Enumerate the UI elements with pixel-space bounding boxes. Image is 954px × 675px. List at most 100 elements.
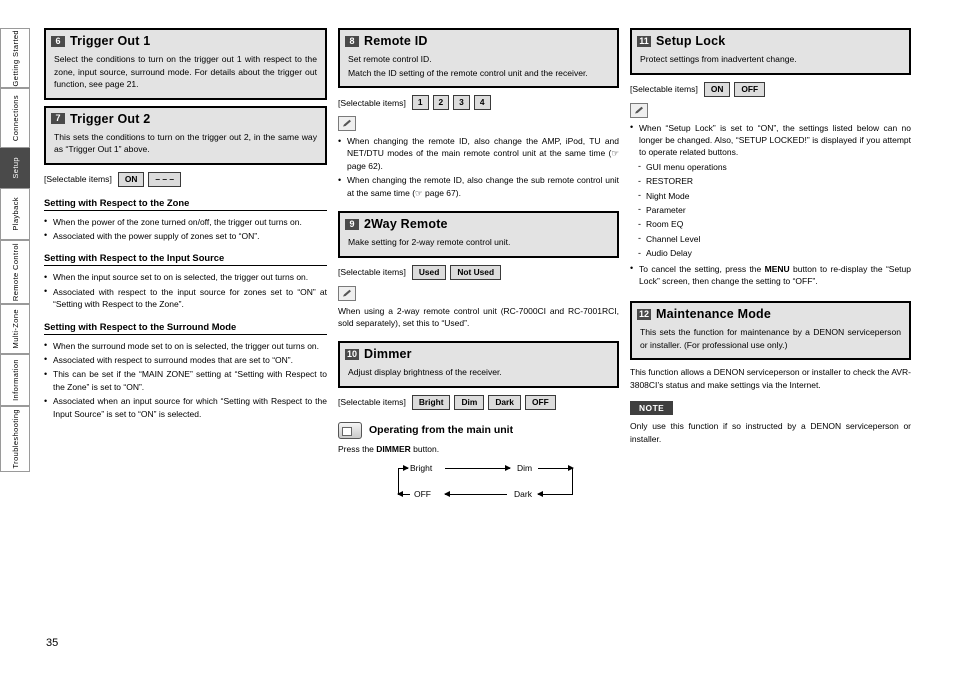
sidebar-item-troubleshooting[interactable]: Troubleshooting (0, 406, 30, 472)
option-chip-4[interactable]: 4 (473, 95, 491, 110)
section-header: 8 Remote ID (340, 30, 617, 51)
section-number: 12 (637, 308, 651, 320)
sidebar-item-label: Playback (10, 197, 20, 231)
option-chip-bright[interactable]: Bright (411, 394, 451, 410)
sidebar-item-getting-started[interactable]: Getting Started (0, 28, 30, 88)
list-item: When the power of the zone turned on/off… (44, 215, 327, 228)
option-chip-2[interactable]: 2 (432, 95, 450, 110)
list-item: When changing the remote ID, also change… (338, 134, 619, 172)
note-badge: NOTE (630, 401, 674, 416)
list-item: Audio Delay (638, 247, 911, 260)
instruction-key: DIMMER (376, 443, 411, 454)
flow-label-off: OFF (414, 489, 431, 500)
selectable-items-label: [Selectable items] (630, 84, 698, 94)
list-item: When the surround mode set to on is sele… (44, 339, 327, 352)
flow-label-dark: Dark (514, 489, 532, 500)
selectable-items-setup-lock: [Selectable items] ON OFF (630, 81, 911, 97)
maintenance-paragraph: This function allows a DENON servicepers… (630, 367, 911, 390)
option-chip-dim[interactable]: Dim (454, 394, 485, 410)
pencil-icon (630, 102, 648, 118)
flow-arrow-left-bottom (397, 491, 410, 498)
section-title: Maintenance Mode (656, 307, 772, 322)
note-key: MENU (764, 263, 790, 274)
option-chip-1[interactable]: 1 (411, 95, 429, 110)
section-number: 6 (51, 35, 65, 47)
section-trigger-out-2: 7 Trigger Out 2 This sets the conditions… (44, 105, 327, 165)
sidebar-item-playback[interactable]: Playback (0, 188, 30, 240)
column-right: 11 Setup Lock Protect settings from inad… (630, 28, 911, 447)
page-number: 35 (46, 637, 59, 649)
section-setup-lock: 11 Setup Lock Protect settings from inad… (630, 28, 911, 75)
section-maintenance-mode: 12 Maintenance Mode This sets the functi… (630, 301, 911, 361)
option-chip-off[interactable]: OFF (734, 81, 766, 97)
section-title: Remote ID (364, 34, 428, 48)
sidebar-item-remote-control[interactable]: Remote Control (0, 240, 30, 304)
section-header: 6 Trigger Out 1 (46, 30, 325, 51)
section-title: Dimmer (364, 347, 412, 362)
operating-main-unit-block: Operating from the main unit Press the D… (338, 421, 619, 505)
list-item: To cancel the setting, press the MENU bu… (630, 262, 911, 288)
section-2way-remote: 9 2Way Remote Make setting for 2-way rem… (338, 211, 619, 258)
section-remote-id: 8 Remote ID Set remote control ID. Match… (338, 28, 619, 88)
maintenance-note-text: Only use this function if so instructed … (630, 421, 911, 444)
option-chip-on[interactable]: ON (703, 81, 731, 97)
selectable-items-trigger: [Selectable items] ON – – – (44, 171, 327, 187)
selectable-items-2way: [Selectable items] Used Not Used (338, 264, 619, 280)
subheading-surround-mode: Setting with Respect to the Surround Mod… (44, 321, 327, 335)
flow-label-dim: Dim (517, 463, 533, 474)
section-header: 12 Maintenance Mode (632, 303, 909, 325)
section-body: Select the conditions to turn on the tri… (46, 51, 325, 98)
section-number: 8 (345, 35, 359, 47)
pencil-icon (338, 285, 356, 301)
flow-arrow-bright-dim (445, 465, 511, 472)
section-body-text-2: Match the ID setting of the remote contr… (348, 67, 588, 78)
column-left: 6 Trigger Out 1 Select the conditions to… (44, 28, 327, 422)
list-item: Night Mode (638, 189, 911, 202)
subheading-input-source: Setting with Respect to the Input Source (44, 252, 327, 267)
section-dimmer: 10 Dimmer Adjust display brightness of t… (338, 341, 619, 388)
sidebar-item-information[interactable]: Information (0, 354, 30, 406)
selectable-items-label: [Selectable items] (338, 397, 406, 408)
pencil-glyph (342, 289, 351, 297)
list-item: When “Setup Lock” is set to “ON”, the se… (630, 121, 911, 159)
sidebar-item-connections[interactable]: Connections (0, 88, 30, 148)
section-body-text: This sets the conditions to turn on the … (54, 131, 317, 155)
list-item: Associated with respect to the input sou… (44, 285, 327, 311)
selectable-items-remote-id: [Selectable items] 1 2 3 4 (338, 95, 619, 110)
list-item: RESTORER (638, 175, 911, 188)
list-item: Parameter (638, 203, 911, 216)
section-number: 11 (637, 35, 651, 47)
sidebar-item-multi-zone[interactable]: Multi-Zone (0, 304, 30, 354)
option-chip-not-used[interactable]: Not Used (450, 264, 502, 280)
option-chip-dark[interactable]: Dark (488, 394, 521, 410)
list-item: GUI menu operations (638, 160, 911, 173)
instruction-post: button. (410, 443, 440, 454)
option-chip-none[interactable]: – – – (148, 171, 182, 187)
section-body-text: Make setting for 2-way remote control un… (348, 237, 511, 248)
option-chip-used[interactable]: Used (411, 264, 447, 280)
sidebar-item-label: Setup (10, 157, 20, 179)
list-item: Associated when an input source for whic… (44, 395, 327, 420)
section-header: 10 Dimmer (340, 343, 617, 365)
section-body-text: This sets the function for maintenance b… (640, 327, 901, 350)
sidebar-item-label: Getting Started (10, 29, 20, 87)
option-chip-3[interactable]: 3 (453, 95, 470, 110)
list-item: Associated with the power supply of zone… (44, 229, 327, 242)
option-chip-off[interactable]: OFF (524, 394, 556, 410)
flow-arrow-dark-off (444, 491, 507, 498)
section-number: 7 (51, 113, 65, 124)
sidebar-item-setup[interactable]: Setup (0, 148, 30, 188)
sidebar-item-label: Remote Control (10, 242, 20, 302)
option-chip-on[interactable]: ON (117, 171, 145, 187)
list-item: When the input source set to on is selec… (44, 271, 327, 284)
list-item: This can be set if the “MAIN ZONE” setti… (44, 368, 327, 393)
selectable-items-label: [Selectable items] (338, 267, 406, 278)
section-trigger-out-1: 6 Trigger Out 1 Select the conditions to… (44, 28, 327, 100)
note-list-setup-lock-cancel: To cancel the setting, press the MENU bu… (630, 262, 911, 288)
section-body: Adjust display brightness of the receive… (340, 364, 617, 386)
sidebar-item-label: Multi-Zone (10, 309, 20, 349)
selectable-items-label: [Selectable items] (44, 174, 112, 184)
section-body-text: Adjust display brightness of the receive… (348, 367, 502, 378)
section-body: Set remote control ID. Match the ID sett… (340, 51, 617, 86)
section-body: Protect settings from inadvertent change… (632, 51, 909, 73)
